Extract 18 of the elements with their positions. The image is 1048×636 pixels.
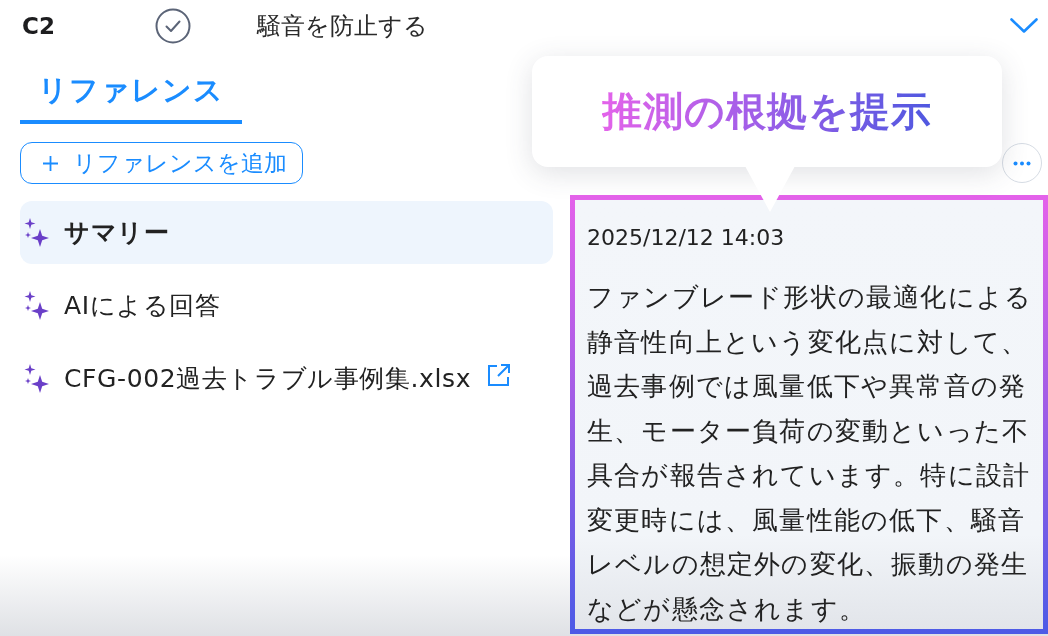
timestamp: 2025/12/12 14:03 xyxy=(587,224,786,252)
detail-text: ファンブレード形状の最適化による静音性向上という変化点に対して、過去事例では風量低下や異常音の発生、モーター負荷の変動といった不具合が報告されています。特に設計変更時には、風量性能の低下、騒音レベルの想定外の変化、振動の発生などが懸念されます。 xyxy=(587,281,1034,626)
sparkle-icon xyxy=(24,290,50,321)
reference-label: サマリー xyxy=(64,217,170,249)
external-link-icon[interactable] xyxy=(487,362,512,387)
item-code: C2 xyxy=(22,13,56,39)
reference-item[interactable]: CFG-002過去トラブル事例集.xlsx xyxy=(20,347,553,410)
reference-item[interactable]: AIによる回答 xyxy=(20,274,553,337)
reference-label: AIによる回答 xyxy=(64,290,221,322)
more-button[interactable] xyxy=(1002,143,1042,183)
reference-label: CFG-002過去トラブル事例集.xlsx xyxy=(64,363,472,395)
sparkle-icon xyxy=(24,217,50,248)
chevron-down-icon[interactable] xyxy=(1010,17,1038,33)
reference-item[interactable]: サマリー xyxy=(20,201,553,264)
item-title: 騒音を防止する xyxy=(257,11,429,42)
plus-icon xyxy=(43,155,58,171)
more-icon xyxy=(1013,160,1031,166)
sparkle-icon xyxy=(24,363,50,394)
